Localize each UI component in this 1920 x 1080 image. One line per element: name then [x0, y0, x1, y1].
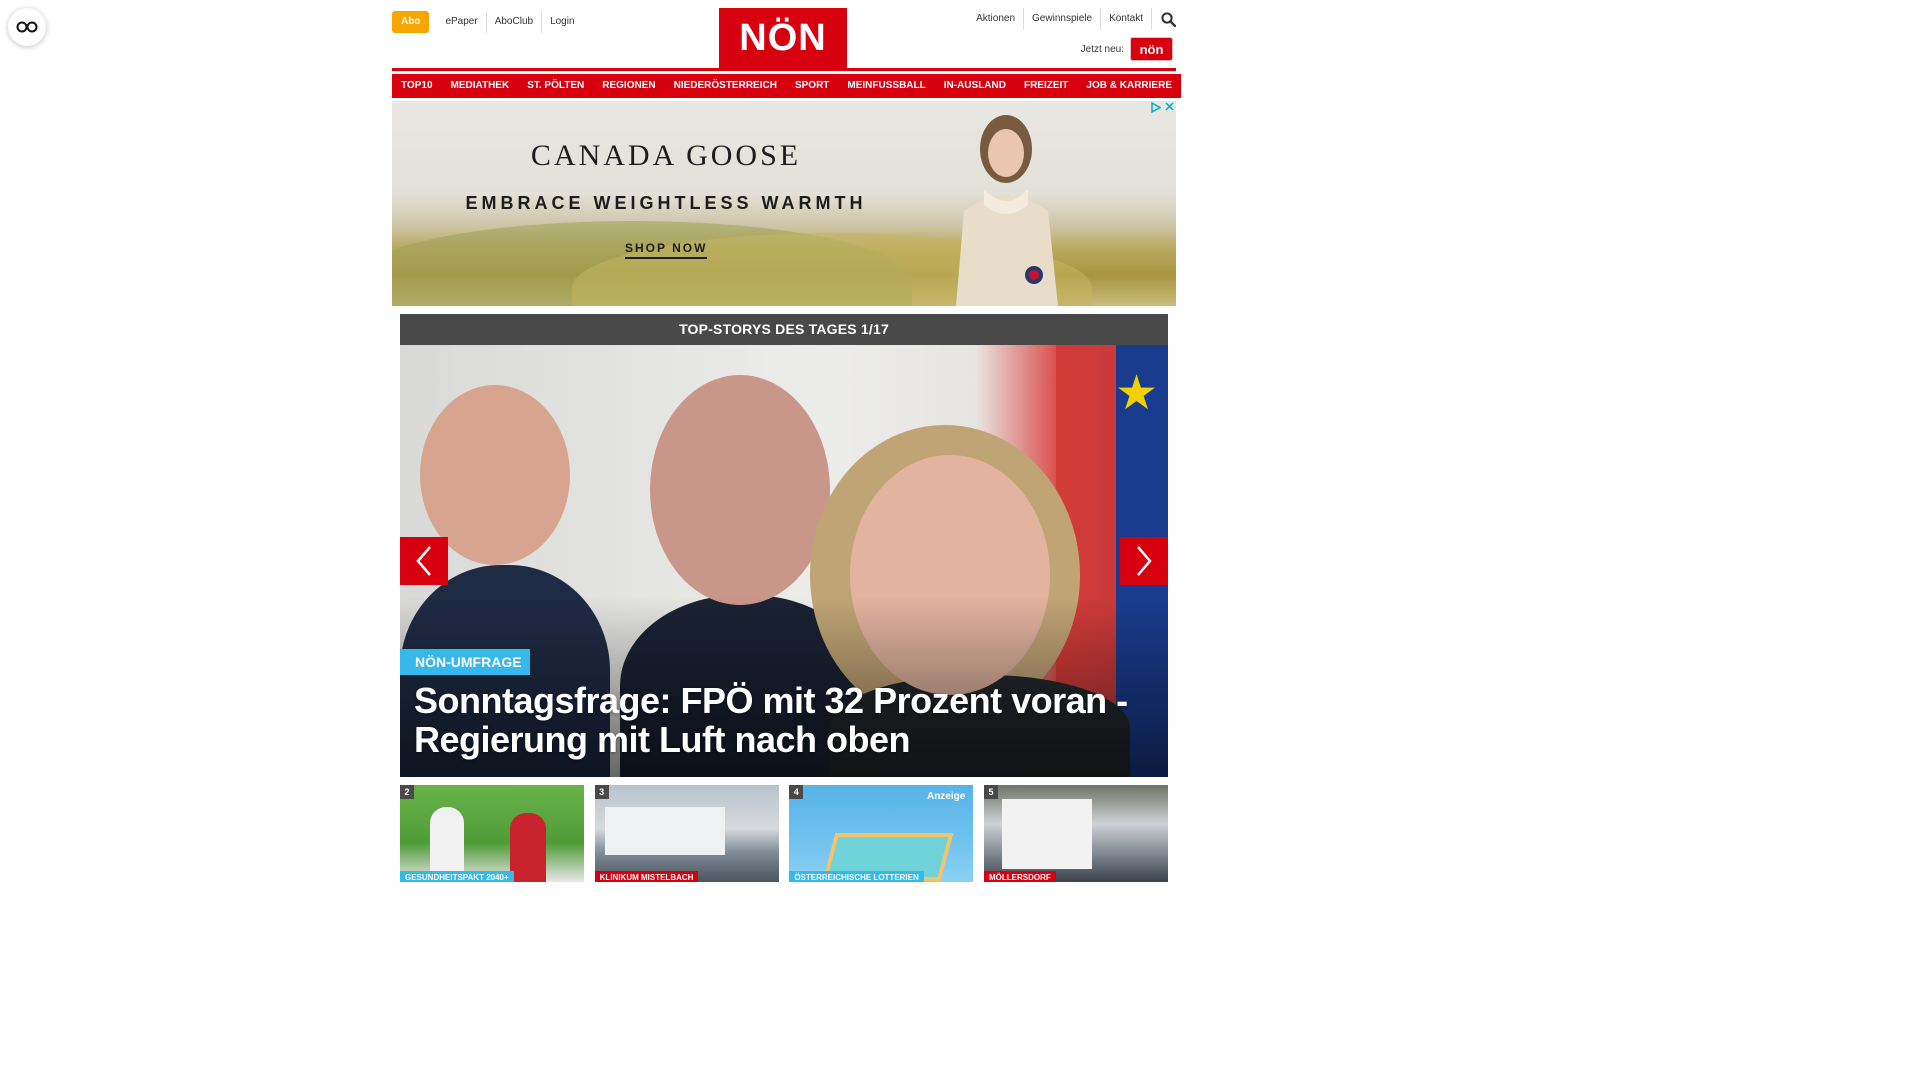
person-center-head: [650, 375, 830, 605]
epaper-link[interactable]: ePaper: [437, 11, 485, 33]
thumb-number: 2: [400, 785, 414, 799]
thumb-category: MÖLLERSDORF: [983, 871, 1056, 882]
story-thumbnails: 2 GESUNDHEITSPAKT 2040+ 3 KLINIKUM MISTE…: [400, 785, 1168, 882]
thumb-number: 4: [789, 785, 804, 799]
story-thumb[interactable]: 3 KLINIKUM MISTELBACH: [594, 785, 779, 882]
header-divider: [392, 68, 1176, 71]
slider-prev-button[interactable]: [400, 537, 448, 585]
ad-cta[interactable]: SHOP NOW: [625, 241, 708, 259]
thumb-building: [604, 807, 725, 855]
thumb-category: KLINIKUM MISTELBACH: [594, 871, 699, 882]
story-thumb[interactable]: 2 GESUNDHEITSPAKT 2040+: [400, 785, 584, 882]
thumb-truck: [1001, 799, 1092, 869]
hero-story[interactable]: ★ NÖN-UMFRAGE Sonntagsfrage: FPÖ mit 32 …: [400, 345, 1168, 777]
thumb-category: ÖSTERREICHISCHE LOTTERIEN: [789, 871, 924, 882]
nav-item-mediathek[interactable]: MEDIATHEK: [441, 74, 519, 98]
abo-button[interactable]: Abo: [392, 11, 430, 33]
chevron-right-icon: [1137, 546, 1152, 576]
site-logo[interactable]: NÖN: [719, 8, 847, 68]
top-stories: TOP-STORYS DES TAGES 1/17 ★ NÖN-UMFRAGE …: [400, 314, 1168, 777]
utility-nav: Aktionen Gewinnspiele Kontakt: [968, 8, 1176, 30]
search-icon: [1161, 11, 1176, 27]
top-nav: Abo ePaper AboClub Login: [392, 11, 583, 33]
story-thumb[interactable]: 4 Anzeige ÖSTERREICHISCHE LOTTERIEN: [789, 785, 974, 882]
glasses-icon: [16, 21, 38, 33]
jetzt-neu-label: Jetzt neu:: [1080, 43, 1124, 55]
hero-headline[interactable]: Sonntagsfrage: FPÖ mit 32 Prozent voran …: [414, 681, 1159, 759]
gewinnspiele-link[interactable]: Gewinnspiele: [1024, 8, 1102, 30]
kontakt-link[interactable]: Kontakt: [1101, 8, 1152, 30]
nav-item-st-poelten[interactable]: ST. PÖLTEN: [518, 74, 594, 98]
jetzt-neu-badge[interactable]: nön: [1130, 37, 1173, 61]
nav-item-job-karriere[interactable]: JOB & KARRIERE: [1077, 74, 1181, 98]
story-thumb[interactable]: 5 MÖLLERSDORF: [983, 785, 1168, 882]
eu-star-icon: ★: [1114, 367, 1158, 420]
ad-brand: CANADA GOOSE: [530, 139, 802, 172]
hero-category[interactable]: NÖN-UMFRAGE: [400, 649, 530, 675]
thumb-category: GESUNDHEITSPAKT 2040+: [400, 871, 514, 882]
nav-item-niederoesterreich[interactable]: NIEDERÖSTERREICH: [664, 74, 786, 98]
chevron-left-icon: [416, 546, 431, 576]
ad-model-image: [956, 115, 1058, 306]
ad-banner[interactable]: CANADA GOOSE EMBRACE WEIGHTLESS WARMTH S…: [392, 101, 1176, 306]
aboclub-link[interactable]: AboClub: [485, 11, 541, 33]
main-nav: TOP10 MEDIATHEK ST. PÖLTEN REGIONEN NIED…: [392, 74, 1181, 98]
slider-next-button[interactable]: [1120, 537, 1168, 585]
site-header: Abo ePaper AboClub Login NÖN Aktionen Ge…: [392, 0, 1176, 68]
top-stories-header: TOP-STORYS DES TAGES 1/17: [400, 314, 1168, 345]
logo-text: NÖN: [739, 16, 827, 59]
ad-tagline: EMBRACE WEIGHTLESS WARMTH: [465, 193, 867, 213]
search-button[interactable]: [1152, 8, 1176, 30]
aktionen-link[interactable]: Aktionen: [968, 8, 1025, 30]
nav-item-top10[interactable]: TOP10: [392, 74, 442, 98]
nav-item-meinfussball[interactable]: MEINFUSSBALL: [838, 74, 935, 98]
reader-mode-button[interactable]: [8, 8, 46, 46]
jetzt-neu: Jetzt neu: nön: [1081, 37, 1173, 61]
nav-item-regionen[interactable]: REGIONEN: [593, 74, 665, 98]
adchoices-icon: [1151, 102, 1161, 113]
login-link[interactable]: Login: [541, 11, 582, 33]
ad-choices[interactable]: [1151, 102, 1174, 113]
thumb-ad-label: Anzeige: [926, 791, 966, 802]
thumb-number: 3: [594, 785, 609, 799]
nav-item-sport[interactable]: SPORT: [785, 74, 839, 98]
nav-item-in-ausland[interactable]: IN-AUSLAND: [934, 74, 1015, 98]
thumb-figure: [510, 813, 546, 882]
close-icon[interactable]: [1165, 102, 1174, 111]
thumb-number: 5: [983, 785, 998, 799]
nav-item-freizeit[interactable]: FREIZEIT: [1014, 74, 1078, 98]
